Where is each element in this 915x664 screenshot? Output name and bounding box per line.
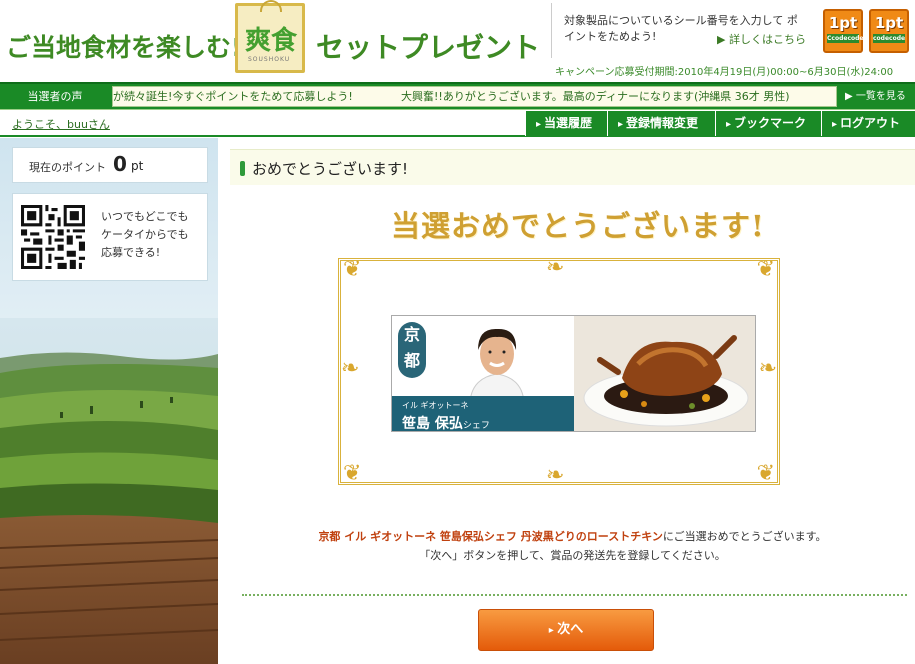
winners-voice-bar: 当選者の声 が続々誕生!今すぐポイントをためて応募しよう! 大興奮!!ありがとう…	[0, 82, 915, 109]
page-title: おめでとうございます!	[252, 160, 409, 178]
points-label: 現在のポイント	[29, 161, 106, 174]
prize-name: 京都 イル ギオットーネ 笹島保弘シェフ 丹波黒どりのローストチキン	[318, 530, 663, 543]
campaign-period: キャンペーン応募受付期間:2010年4月19日(月)00:00~6月30日(水)…	[555, 67, 894, 78]
nav-logout[interactable]: ログアウト	[821, 111, 915, 136]
badge-sub: codecode	[873, 34, 906, 43]
qr-caption: いつでもどこでも ケータイからでも 応募できる!	[101, 208, 189, 262]
user-nav-bar: ようこそ、buuさん 当選履歴 登録情報変更 ブックマーク ログアウト	[0, 109, 915, 137]
current-points-box: 現在のポイント 0 pt	[12, 147, 208, 183]
nav-bookmark[interactable]: ブックマーク	[715, 111, 821, 136]
campaign-title[interactable]: ご当地食材を楽しむ! セットプレゼント	[6, 28, 540, 64]
soushoku-sign-logo: 爽食 SOUSHOKU	[235, 0, 305, 73]
winners-ticker[interactable]: が続々誕生!今すぐポイントをためて応募しよう! 大興奮!!ありがとうございます。…	[112, 86, 837, 107]
mobile-qr-box[interactable]: いつでもどこでも ケータイからでも 応募できる!	[12, 193, 208, 281]
title-suffix: セットプレゼント	[316, 31, 541, 64]
promo-box: 対象製品についているシール番号を入力して ポイントをためよう! ▶ 詳しくはこち…	[551, 3, 811, 58]
point-seal-badge: 1pt Ccodecode	[823, 9, 864, 53]
details-link[interactable]: ▶ 詳しくはこちら	[717, 31, 806, 47]
chef-panel: 京 都 イル ギオットーネ 笹島 保弘シェフ	[392, 316, 574, 432]
next-button-label: 次へ	[557, 622, 584, 637]
points-unit: pt	[131, 159, 144, 173]
win-message: 京都 イル ギオットーネ 笹島保弘シェフ 丹波黒どりのローストチキンにご当選おめ…	[230, 528, 915, 544]
ornament-icon: ❦	[756, 257, 775, 282]
ornament-icon: ❦	[343, 461, 362, 486]
dotted-divider	[242, 594, 907, 596]
roast-chicken-photo	[574, 316, 755, 431]
sidebar: 現在のポイント 0 pt いつでもどこでも ケータイからでも 応募できる!	[0, 138, 218, 664]
ornament-icon: ❧	[546, 463, 565, 488]
region-char: 都	[403, 351, 420, 370]
chef-name-text: 笹島 保弘	[402, 416, 463, 432]
region-badge: 京 都	[398, 322, 426, 378]
qr-caption-line: ケータイからでも	[101, 228, 189, 241]
chef-name: 笹島 保弘シェフ	[402, 413, 490, 432]
chef-portrait	[469, 328, 525, 402]
see-all-link[interactable]: ▶ 一覧を見る	[845, 84, 906, 109]
points-value: 0	[113, 152, 127, 176]
qr-code-icon	[21, 205, 85, 269]
sign-text: 爽食	[245, 26, 298, 56]
point-seal-badge: 1pt codecode	[869, 9, 909, 53]
heading-marker-icon	[240, 161, 245, 176]
welcome-link[interactable]: ようこそ、buuさん	[12, 116, 110, 132]
ornament-icon: ❧	[758, 356, 777, 381]
ornament-icon: ❦	[343, 257, 362, 282]
ornament-icon: ❧	[546, 255, 565, 280]
ornament-icon: ❧	[341, 356, 360, 381]
restaurant-name: イル ギオットーネ	[402, 401, 469, 410]
badge-label: 1pt	[828, 14, 858, 32]
sign-rope	[260, 0, 282, 12]
qr-caption-line: いつでもどこでも	[101, 210, 189, 223]
page-heading-bar: おめでとうございます!	[230, 149, 915, 185]
win-message-rest: にご当選おめでとうございます。	[662, 530, 827, 543]
qr-caption-line: 応募できる!	[101, 246, 161, 259]
nav-edit-registration[interactable]: 登録情報変更	[607, 111, 715, 136]
farmland-illustration	[0, 318, 218, 664]
prize-image: 京 都 イル ギオットーネ 笹島 保弘シェフ	[391, 315, 756, 432]
chef-suffix: シェフ	[462, 421, 490, 431]
title-prefix: ご当地食材を楽しむ!	[6, 33, 243, 62]
next-button[interactable]: 次へ	[478, 609, 654, 651]
ornament-icon: ❦	[756, 461, 775, 486]
nav-win-history[interactable]: 当選履歴	[525, 111, 607, 136]
region-char: 京	[403, 325, 420, 344]
next-instructions: 「次へ」ボタンを押して、賞品の発送先を登録してください。	[419, 549, 726, 562]
winners-voice-label: 当選者の声	[0, 84, 110, 109]
chef-name-band: イル ギオットーネ 笹島 保弘シェフ	[392, 396, 574, 432]
sign-subtext: SOUSHOKU	[248, 56, 291, 63]
site-header: ご当地食材を楽しむ! セットプレゼント 爽食 SOUSHOKU 対象製品について…	[0, 0, 915, 82]
ticker-item: が続々誕生!今すぐポイントをためて応募しよう!	[113, 90, 353, 103]
badge-sub: Ccodecode	[827, 34, 864, 43]
badge-label: 1pt	[874, 14, 904, 32]
ticker-item: 大興奮!!ありがとうございます。最高のディナーになります(沖縄県 36才 男性)	[401, 90, 790, 103]
congratulations-title: 当選おめでとうございます!	[391, 209, 765, 243]
